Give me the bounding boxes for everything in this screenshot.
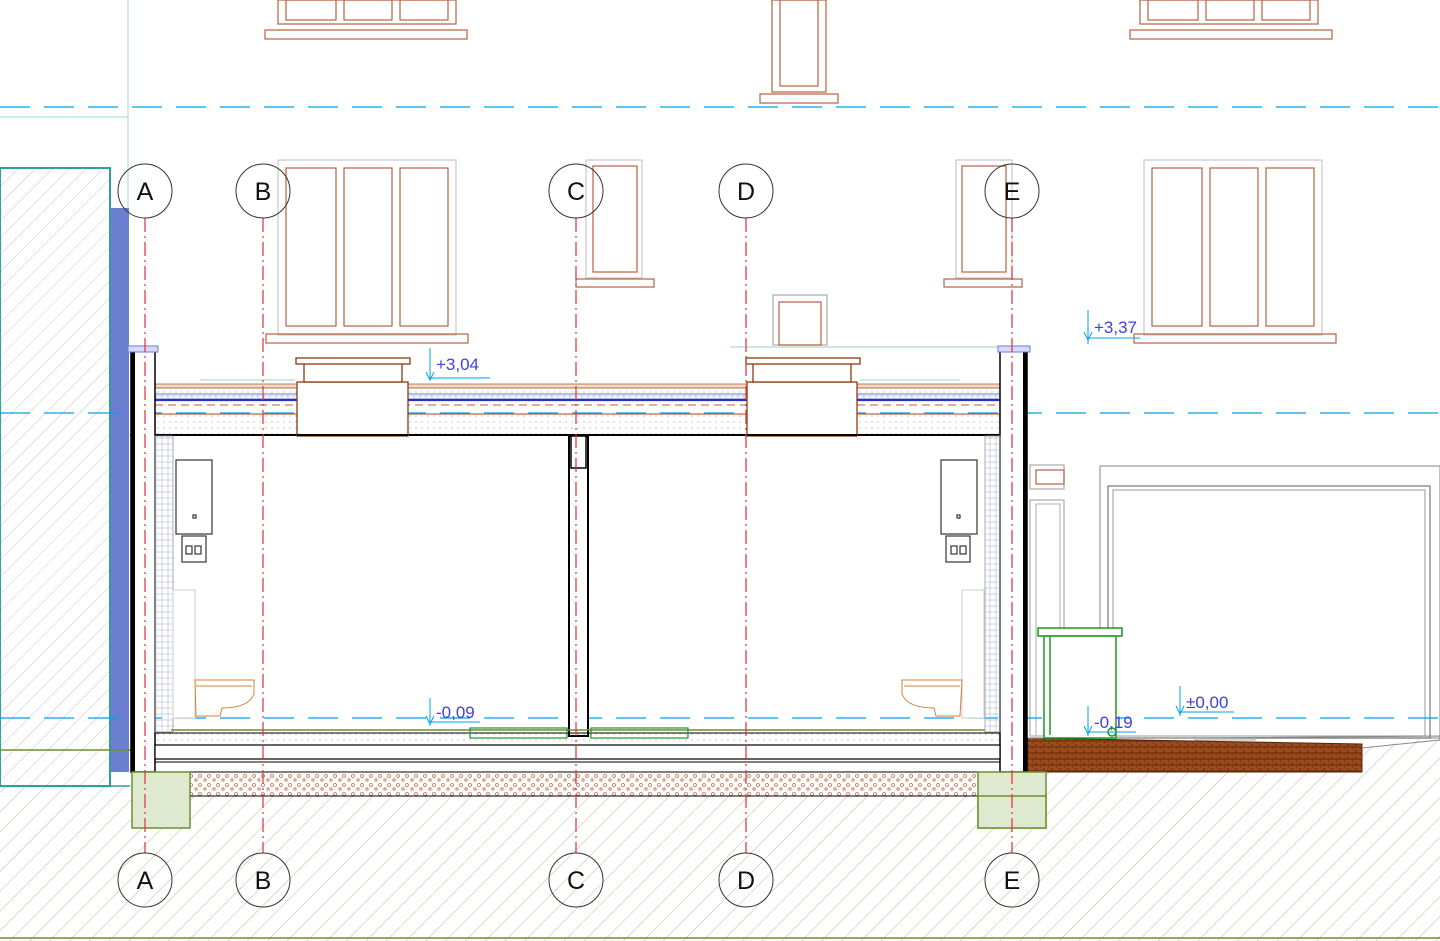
level-street: ±0,00 [1186, 693, 1228, 712]
window-left [265, 159, 469, 344]
grid-label-e-top: E [1004, 178, 1021, 206]
window-small-c [575, 159, 655, 288]
neighbour-building [0, 0, 129, 787]
upper-window-right [1129, 0, 1333, 40]
level-marker-icon: ±0,00 [1175, 686, 1234, 716]
skylight-right [745, 357, 861, 437]
level-roof-top: +3,04 [436, 355, 479, 374]
vent-opening [772, 294, 828, 346]
grid-label-b-top: B [255, 178, 272, 206]
toilet-icon [172, 589, 255, 719]
toilet-icon [901, 589, 985, 719]
level-marker-icon: +3,37 [1083, 310, 1140, 344]
level-marker-icon: -0,09 [425, 698, 480, 726]
grid-label-d-bottom: D [737, 867, 755, 895]
section-drawing: A A B B C C D D E E +3,04 +3,37 -0,09 -0,19 ±0,00 [0, 0, 1440, 941]
wall-boiler-icon [940, 459, 978, 563]
grid-label-a-top: A [137, 178, 154, 206]
wall-boiler-icon [175, 459, 213, 563]
grid-label-e-bottom: E [1004, 867, 1021, 895]
window-right [1133, 159, 1337, 344]
level-floor: -0,09 [436, 703, 475, 722]
level-marker-icon: +3,04 [425, 348, 490, 382]
building-section [127, 345, 1047, 829]
grid-label-a-bottom: A [137, 867, 154, 895]
upper-window-center [759, 0, 839, 104]
level-terrace: -0,19 [1094, 713, 1133, 732]
grid-label-d-top: D [737, 178, 755, 206]
level-adjacent-roof: +3,37 [1094, 318, 1137, 337]
grid-label-b-bottom: B [255, 867, 272, 895]
grid-label-c-bottom: C [567, 867, 585, 895]
grid-label-c-top: C [567, 178, 585, 206]
upper-window-left [264, 0, 468, 40]
skylight-left [295, 357, 411, 437]
